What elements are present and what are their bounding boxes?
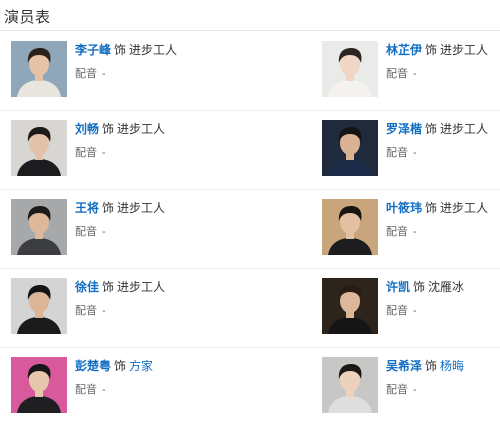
section-title: 演员表 (4, 9, 51, 26)
cast-row: 彭楚粤饰方家 配音 - 吴希泽饰杨晦 配音 - (0, 348, 500, 426)
cast-row: 徐佳饰进步工人 配音 - 许凯饰沈雁冰 配音 - (0, 269, 500, 348)
actor-photo[interactable] (11, 120, 67, 176)
cast-item: 徐佳饰进步工人配音 - (11, 278, 221, 334)
dub-label: 配音 (386, 147, 408, 159)
dub-value: - (102, 384, 106, 396)
role-name: 进步工人 (117, 280, 166, 294)
actor-photo[interactable] (11, 357, 67, 413)
cast-item: 刘畅饰进步工人配音 - (11, 120, 221, 176)
dub-label: 配音 (75, 226, 97, 238)
actor-name-link[interactable]: 徐佳 (75, 280, 99, 294)
actor-photo[interactable] (11, 41, 67, 97)
dub-label: 配音 (386, 68, 408, 80)
actor-photo[interactable] (322, 199, 378, 255)
actor-name-link[interactable]: 王将 (75, 201, 99, 215)
cast-info: 林芷伊饰进步工人配音 - (386, 42, 488, 81)
dub-value: - (413, 384, 417, 396)
role-name: 进步工人 (117, 122, 166, 136)
role-name: 进步工人 (440, 122, 489, 136)
dub-label: 配音 (75, 305, 97, 317)
role-name: 沈雁冰 (428, 280, 465, 294)
cast-row: 李子峰饰进步工人 配音 - 林芷伊饰进步工人 配音 - (0, 32, 500, 111)
as-label: 饰 (102, 280, 115, 294)
actor-name-link[interactable]: 林芷伊 (386, 43, 422, 57)
as-label: 饰 (102, 201, 115, 215)
dub-value: - (102, 147, 106, 159)
actor-name-link[interactable]: 刘畅 (75, 122, 99, 136)
as-label: 饰 (114, 359, 127, 373)
dub-label: 配音 (75, 384, 97, 396)
dub-label: 配音 (386, 226, 408, 238)
title-divider (0, 30, 500, 31)
cast-page: 演员表 李子峰饰进步工人 配音 - 林芷伊饰进步工人 配音 - 刘畅饰进步工人 配音 - 罗泽楷饰… (0, 0, 500, 421)
as-label: 饰 (413, 280, 426, 294)
cast-item: 罗泽楷饰进步工人配音 - (322, 120, 500, 176)
role-name-link[interactable]: 杨晦 (440, 359, 464, 373)
dub-value: - (413, 226, 417, 238)
as-label: 饰 (425, 201, 438, 215)
cast-item: 吴希泽饰杨晦配音 - (322, 357, 500, 413)
actor-photo[interactable] (322, 278, 378, 334)
actor-photo[interactable] (322, 120, 378, 176)
dub-label: 配音 (386, 305, 408, 317)
cast-row: 王将饰进步工人 配音 - 叶筱玮饰进步工人 配音 - (0, 190, 500, 269)
dub-value: - (413, 68, 417, 80)
cast-row: 刘畅饰进步工人 配音 - 罗泽楷饰进步工人 配音 - (0, 111, 500, 190)
cast-item: 叶筱玮饰进步工人配音 - (322, 199, 500, 255)
as-label: 饰 (425, 122, 438, 136)
as-label: 饰 (425, 359, 438, 373)
cast-item: 许凯饰沈雁冰配音 - (322, 278, 500, 334)
cast-item: 李子峰饰进步工人配音 - (11, 41, 221, 97)
dub-value: - (102, 68, 106, 80)
role-name: 进步工人 (440, 43, 489, 57)
cast-list: 李子峰饰进步工人 配音 - 林芷伊饰进步工人 配音 - 刘畅饰进步工人 配音 - 罗泽楷饰进步工人… (0, 32, 500, 426)
actor-photo[interactable] (11, 199, 67, 255)
cast-item: 彭楚粤饰方家配音 - (11, 357, 221, 413)
dub-value: - (413, 305, 417, 317)
actor-name-link[interactable]: 罗泽楷 (386, 122, 422, 136)
cast-info: 李子峰饰进步工人配音 - (75, 42, 177, 81)
actor-name-link[interactable]: 吴希泽 (386, 359, 422, 373)
cast-info: 彭楚粤饰方家配音 - (75, 358, 153, 397)
dub-value: - (102, 305, 106, 317)
dub-value: - (102, 226, 106, 238)
cast-info: 叶筱玮饰进步工人配音 - (386, 200, 488, 239)
dub-label: 配音 (75, 147, 97, 159)
dub-value: - (413, 147, 417, 159)
role-name: 进步工人 (117, 201, 166, 215)
actor-name-link[interactable]: 许凯 (386, 280, 410, 294)
as-label: 饰 (425, 43, 438, 57)
role-name: 进步工人 (129, 43, 178, 57)
cast-item: 林芷伊饰进步工人配音 - (322, 41, 500, 97)
actor-photo[interactable] (322, 41, 378, 97)
cast-info: 吴希泽饰杨晦配音 - (386, 358, 464, 397)
dub-label: 配音 (386, 384, 408, 396)
dub-label: 配音 (75, 68, 97, 80)
cast-info: 徐佳饰进步工人配音 - (75, 279, 165, 318)
actor-name-link[interactable]: 李子峰 (75, 43, 111, 57)
as-label: 饰 (114, 43, 127, 57)
cast-info: 许凯饰沈雁冰配音 - (386, 279, 464, 318)
role-name-link[interactable]: 方家 (129, 359, 153, 373)
actor-photo[interactable] (11, 278, 67, 334)
as-label: 饰 (102, 122, 115, 136)
cast-info: 刘畅饰进步工人配音 - (75, 121, 165, 160)
cast-info: 王将饰进步工人配音 - (75, 200, 165, 239)
actor-name-link[interactable]: 叶筱玮 (386, 201, 422, 215)
cast-item: 王将饰进步工人配音 - (11, 199, 221, 255)
actor-name-link[interactable]: 彭楚粤 (75, 359, 111, 373)
role-name: 进步工人 (440, 201, 489, 215)
cast-info: 罗泽楷饰进步工人配音 - (386, 121, 488, 160)
actor-photo[interactable] (322, 357, 378, 413)
